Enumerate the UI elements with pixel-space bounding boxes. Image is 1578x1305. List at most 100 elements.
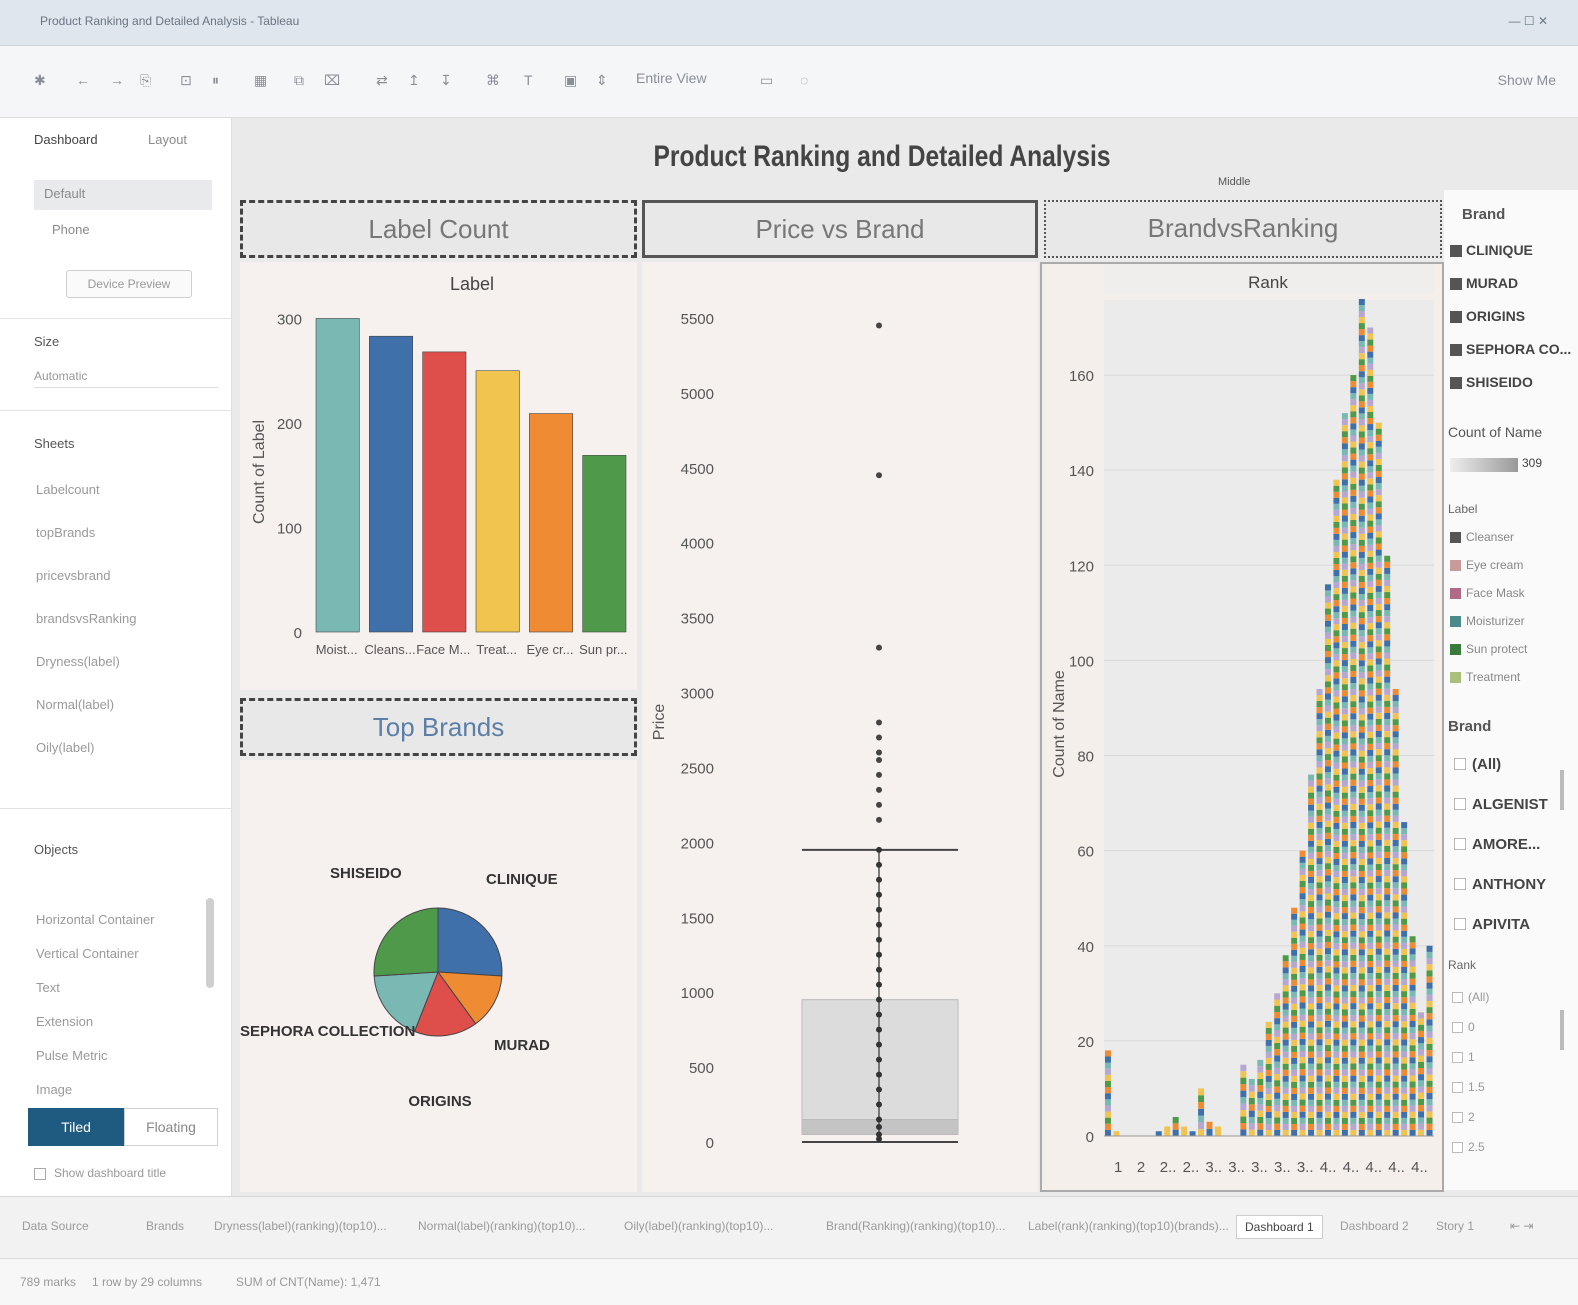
rank-bar-segment[interactable]: [1418, 1080, 1425, 1087]
rank-bar-segment[interactable]: [1333, 786, 1340, 793]
rank-bar-segment[interactable]: [1367, 556, 1374, 563]
rank-bar-segment[interactable]: [1367, 550, 1374, 557]
rank-bar-segment[interactable]: [1325, 711, 1331, 718]
rank-bar-segment[interactable]: [1358, 744, 1365, 751]
rank-bar-segment[interactable]: [1341, 684, 1348, 691]
rank-bar-segment[interactable]: [1375, 924, 1382, 931]
rank-bar-segment[interactable]: [1392, 846, 1399, 853]
rank-bar-segment[interactable]: [1350, 1075, 1357, 1082]
clear-icon[interactable]: ⌧: [324, 72, 340, 89]
rank-bar-segment[interactable]: [1409, 1033, 1416, 1040]
rank-bar-segment[interactable]: [1401, 1063, 1408, 1070]
rank-bar-segment[interactable]: [1350, 640, 1357, 647]
rank-bar[interactable]: [1358, 298, 1365, 1136]
rank-bar[interactable]: [1113, 1131, 1120, 1136]
rank-bar-segment[interactable]: [1358, 588, 1365, 595]
rank-bar-segment[interactable]: [1384, 1117, 1391, 1124]
rank-bar-segment[interactable]: [1325, 687, 1331, 694]
rank-bar-segment[interactable]: [1299, 1129, 1306, 1136]
rank-bar-segment[interactable]: [1401, 852, 1408, 859]
rank-bar-segment[interactable]: [1401, 1039, 1408, 1046]
rank-bar-segment[interactable]: [1358, 353, 1365, 360]
rank-bar-segment[interactable]: [1375, 1093, 1382, 1100]
rank-bar-segment[interactable]: [1392, 761, 1399, 768]
rank-bar-segment[interactable]: [1401, 918, 1408, 925]
rank-bar-segment[interactable]: [1375, 452, 1382, 459]
rank-bar-segment[interactable]: [1392, 749, 1399, 756]
rank-bar-segment[interactable]: [1240, 1064, 1247, 1072]
rank-bar-segment[interactable]: [1350, 743, 1357, 750]
rank-bar-segment[interactable]: [1384, 779, 1391, 786]
rank-histogram[interactable]: RankCount of Name0204060801001201401601 2…: [1042, 264, 1442, 1190]
rank-bar-segment[interactable]: [1384, 930, 1391, 937]
rank-bar-segment[interactable]: [1384, 900, 1391, 907]
rank-bar-segment[interactable]: [1308, 858, 1315, 865]
rank-bar-segment[interactable]: [1325, 881, 1331, 888]
rank-bar-segment[interactable]: [1274, 1067, 1281, 1074]
rank-bar-segment[interactable]: [1367, 755, 1374, 762]
rank-bar-segment[interactable]: [1274, 1129, 1281, 1136]
outlier-point[interactable]: [876, 771, 882, 778]
rank-bar-segment[interactable]: [1350, 465, 1357, 472]
rank-bar-segment[interactable]: [1367, 912, 1374, 919]
rank-bar-segment[interactable]: [1350, 459, 1357, 466]
rank-bar-segment[interactable]: [1392, 743, 1399, 750]
rank-bar-segment[interactable]: [1418, 1067, 1425, 1075]
rank-bar-segment[interactable]: [1333, 576, 1340, 583]
rank-bar-segment[interactable]: [1358, 877, 1365, 884]
rank-bar-segment[interactable]: [1265, 1099, 1272, 1106]
price-point[interactable]: [876, 951, 882, 958]
rank-bar-segment[interactable]: [1367, 478, 1374, 485]
pie-slice-clinique[interactable]: [437, 907, 503, 977]
rank-bar-segment[interactable]: [1401, 1093, 1408, 1100]
rank-bar-segment[interactable]: [1333, 702, 1340, 709]
rank-bar-segment[interactable]: [1325, 845, 1331, 852]
rank-bar-segment[interactable]: [1375, 1111, 1382, 1118]
rank-bar-segment[interactable]: [1426, 1086, 1433, 1094]
rank-bar-segment[interactable]: [1401, 1075, 1408, 1082]
rank-bar-segment[interactable]: [1308, 967, 1315, 974]
rank-bar-segment[interactable]: [1299, 1032, 1306, 1039]
rank-bar-segment[interactable]: [1409, 1069, 1416, 1076]
rank-bar-segment[interactable]: [1384, 598, 1391, 605]
rank-bar-segment[interactable]: [1105, 1068, 1111, 1075]
rank-bar-segment[interactable]: [1316, 894, 1323, 901]
rank-bar-segment[interactable]: [1384, 622, 1391, 629]
price-point[interactable]: [876, 861, 882, 868]
rank-bar-segment[interactable]: [1333, 756, 1340, 763]
rank-bar-segment[interactable]: [1308, 810, 1315, 817]
rank-bar-segment[interactable]: [1291, 943, 1298, 950]
rank-bar-segment[interactable]: [1333, 846, 1340, 854]
rank-bar-segment[interactable]: [1350, 634, 1357, 641]
rank-bar-segment[interactable]: [1392, 864, 1399, 871]
rank-bar-segment[interactable]: [1333, 883, 1340, 890]
rank-bar-segment[interactable]: [1308, 919, 1315, 926]
rank-bar-segment[interactable]: [1367, 508, 1374, 515]
rank-bar-segment[interactable]: [1358, 407, 1365, 414]
rank-bar-segment[interactable]: [1333, 925, 1340, 932]
rank-bar-segment[interactable]: [1299, 1044, 1306, 1052]
rank-bar-segment[interactable]: [1198, 1088, 1205, 1096]
rank-bar-segment[interactable]: [1257, 1116, 1264, 1124]
rank-bar-segment[interactable]: [1341, 1003, 1348, 1010]
rank-bar-segment[interactable]: [1333, 618, 1340, 625]
sheet-tab-8[interactable]: Dashboard 2: [1340, 1219, 1409, 1233]
rank-bar-segment[interactable]: [1282, 961, 1289, 968]
rank-bar-segment[interactable]: [1426, 945, 1433, 952]
rank-bar-segment[interactable]: [1325, 808, 1331, 815]
rank-bar-segment[interactable]: [1375, 477, 1382, 484]
object-item-1[interactable]: Vertical Container: [36, 946, 139, 961]
rank-bar-segment[interactable]: [1308, 852, 1315, 859]
rank-bar-segment[interactable]: [1350, 441, 1357, 448]
rank-bar-segment[interactable]: [1375, 434, 1382, 441]
rank-bar-segment[interactable]: [1375, 1045, 1382, 1052]
rank-bar-segment[interactable]: [1325, 1093, 1331, 1100]
rank-bar-segment[interactable]: [1333, 750, 1340, 757]
rank-bar-segment[interactable]: [1367, 544, 1374, 551]
rank-bar-segment[interactable]: [1401, 1027, 1408, 1034]
rank-bar-segment[interactable]: [1401, 1129, 1408, 1136]
rank-bar-segment[interactable]: [1350, 544, 1357, 551]
rank-bar-segment[interactable]: [1333, 871, 1340, 878]
rank-bar-segment[interactable]: [1316, 743, 1323, 750]
rank-bar-segment[interactable]: [1367, 876, 1374, 883]
